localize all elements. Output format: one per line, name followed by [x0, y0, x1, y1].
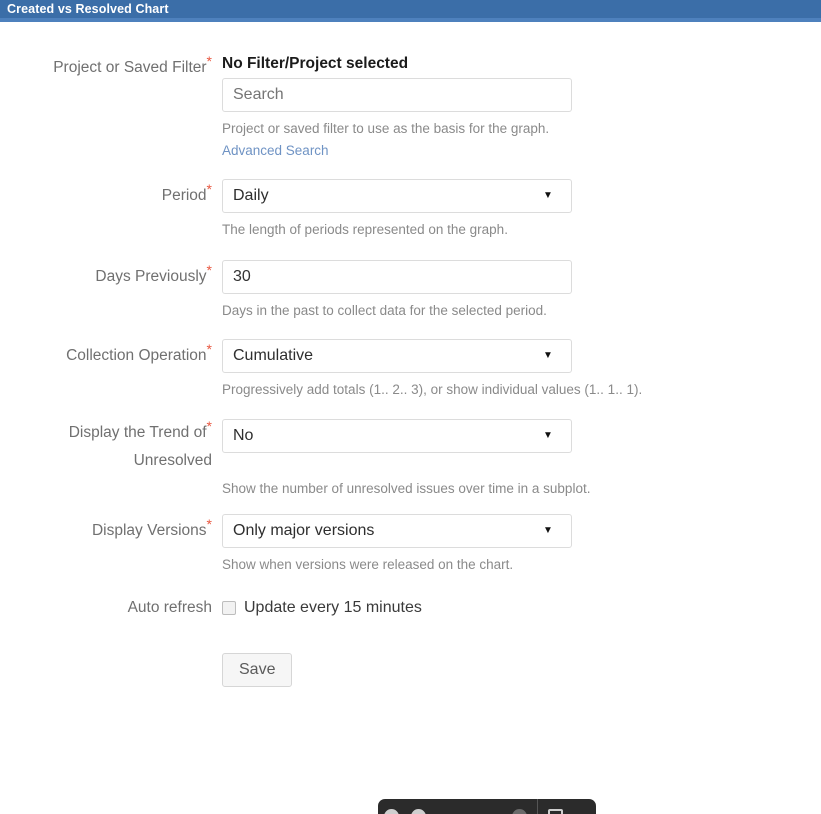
required-asterisk: * [206, 340, 212, 357]
display-trend-select[interactable]: No ▼ [222, 419, 572, 453]
required-asterisk: * [206, 261, 212, 278]
field-row-auto-refresh: Auto refresh Update every 15 minutes [0, 574, 821, 620]
advanced-search-link-row: Advanced Search [222, 138, 821, 160]
days-previously-input[interactable] [222, 260, 572, 294]
label-text-display-versions: Display Versions [91, 522, 207, 539]
label-display-versions: Display Versions* [0, 514, 222, 548]
help-days-previously: Days in the past to collect data for the… [222, 303, 547, 318]
faint-icon[interactable] [512, 808, 527, 814]
help-display-trend-of-unresolved: Show the number of unresolved issues ove… [222, 481, 591, 496]
advanced-search-link[interactable]: Advanced Search [222, 143, 329, 158]
chevron-down-icon: ▼ [543, 350, 553, 361]
form-actions: Save [222, 653, 821, 687]
chevron-down-icon: ▼ [543, 430, 553, 441]
label-text-collection-operation: Collection Operation [66, 347, 207, 364]
chevron-down-icon: ▼ [543, 525, 553, 536]
window-titlebar: Created vs Resolved Chart [0, 0, 821, 22]
page-root: Created vs Resolved Chart Project or Sav… [0, 0, 821, 814]
field-display-trend-of-unresolved: No ▼ Show the number of unresolved issue… [222, 419, 821, 498]
floating-toolbar[interactable] [378, 799, 596, 814]
auto-refresh-checkbox-row: Update every 15 minutes [222, 596, 821, 620]
display-trend-select-value: No [233, 427, 254, 444]
field-row-project-or-saved-filter: Project or Saved Filter* No Filter/Proje… [0, 26, 821, 160]
label-text-days-previously: Days Previously [95, 268, 207, 285]
field-row-period: Period* Daily ▼ The length of periods re… [0, 160, 821, 239]
field-row-collection-operation: Collection Operation* Cumulative ▼ Progr… [0, 320, 821, 399]
chart-config-form: Project or Saved Filter* No Filter/Proje… [0, 26, 821, 687]
required-asterisk: * [206, 52, 212, 69]
label-text-auto-refresh: Auto refresh [127, 599, 212, 616]
save-button[interactable]: Save [222, 653, 293, 687]
collection-operation-select[interactable]: Cumulative ▼ [222, 339, 572, 373]
label-period: Period* [0, 179, 222, 213]
collection-operation-select-value: Cumulative [233, 347, 314, 364]
circle-icon[interactable] [411, 808, 426, 814]
auto-refresh-checkbox[interactable] [222, 601, 236, 615]
help-project-or-saved-filter: Project or saved filter to use as the ba… [222, 121, 550, 136]
display-versions-select-value: Only major versions [233, 522, 375, 539]
label-auto-refresh: Auto refresh [0, 596, 222, 620]
search-input[interactable] [222, 78, 572, 112]
help-collection-operation: Progressively add totals (1.. 2.. 3), or… [222, 382, 643, 397]
form-actions-row: Save [0, 620, 821, 687]
field-row-display-versions: Display Versions* Only major versions ▼ … [0, 498, 821, 574]
field-collection-operation: Cumulative ▼ Progressively add totals (1… [222, 339, 821, 399]
period-select[interactable]: Daily ▼ [222, 179, 572, 213]
label-collection-operation: Collection Operation* [0, 339, 222, 373]
circle-icon[interactable] [384, 808, 399, 814]
field-display-versions: Only major versions ▼ Show when versions… [222, 514, 821, 574]
display-versions-select[interactable]: Only major versions ▼ [222, 514, 572, 548]
label-project-or-saved-filter: Project or Saved Filter* [0, 54, 222, 82]
label-days-previously: Days Previously* [0, 260, 222, 294]
field-days-previously: Days in the past to collect data for the… [222, 260, 821, 320]
required-asterisk: * [206, 417, 212, 434]
page-title: Created vs Resolved Chart [7, 1, 169, 16]
square-icon[interactable] [548, 808, 563, 814]
required-asterisk: * [206, 180, 212, 197]
selected-filter-value: No Filter/Project selected [222, 55, 409, 72]
field-period: Daily ▼ The length of periods represente… [222, 179, 821, 239]
label-text-period: Period [161, 187, 207, 204]
period-select-value: Daily [233, 187, 269, 204]
field-project-or-saved-filter: No Filter/Project selected Project or sa… [222, 54, 821, 160]
field-row-display-trend-of-unresolved: Display the Trend of* Unresolved No ▼ Sh… [0, 399, 821, 498]
label-text-line1: Display the Trend of [68, 424, 207, 441]
label-text-line2: Unresolved [133, 452, 212, 469]
help-display-versions: Show when versions were released on the … [222, 557, 514, 572]
help-period: The length of periods represented on the… [222, 222, 508, 237]
toolbar-divider [537, 799, 538, 814]
label-text-line1: Project or Saved Filter [53, 59, 207, 76]
field-row-days-previously: Days Previously* Days in the past to col… [0, 239, 821, 320]
label-display-trend-of-unresolved: Display the Trend of* Unresolved [0, 419, 222, 475]
floating-toolbar-group-right [542, 799, 569, 814]
field-auto-refresh: Update every 15 minutes [222, 596, 821, 620]
auto-refresh-checkbox-label[interactable]: Update every 15 minutes [244, 598, 422, 618]
required-asterisk: * [206, 515, 212, 532]
chevron-down-icon: ▼ [543, 190, 553, 201]
floating-toolbar-group [378, 799, 533, 814]
